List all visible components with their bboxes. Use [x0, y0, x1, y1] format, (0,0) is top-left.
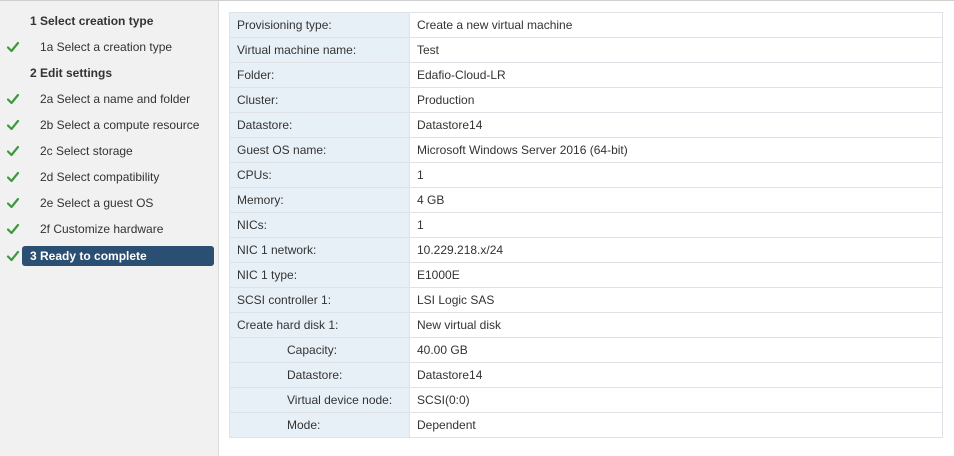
table-row: NIC 1 network: 10.229.218.x/24 — [229, 237, 943, 263]
checkmark-icon — [6, 170, 20, 184]
property-label: Virtual device node: — [229, 387, 410, 413]
property-label: Mode: — [229, 412, 410, 438]
wizard-step-label: 2c Select storage — [40, 144, 133, 158]
table-row: Guest OS name: Microsoft Windows Server 2… — [229, 137, 943, 163]
property-value: LSI Logic SAS — [409, 287, 943, 313]
checkmark-icon — [6, 196, 20, 210]
table-row: CPUs: 1 — [229, 162, 943, 188]
property-value: SCSI(0:0) — [409, 387, 943, 413]
wizard-step-5[interactable]: 2b Select a compute resource — [22, 115, 214, 135]
table-row: Mode: Dependent — [229, 412, 943, 438]
property-label: CPUs: — [229, 162, 410, 188]
table-row: Folder: Edafio-Cloud-LR — [229, 62, 943, 88]
wizard-steps-sidebar: 1 Select creation type 1a Select a creati… — [0, 1, 219, 456]
table-row: Virtual device node: SCSI(0:0) — [229, 387, 943, 413]
property-label: Datastore: — [229, 362, 410, 388]
wizard-step-label: 3 Ready to complete — [30, 249, 147, 263]
property-value: 40.00 GB — [409, 337, 943, 363]
checkmark-icon — [6, 144, 20, 158]
wizard-step-label: 2a Select a name and folder — [40, 92, 191, 106]
table-row: Create hard disk 1: New virtual disk — [229, 312, 943, 338]
wizard-step-label: 1a Select a creation type — [40, 40, 173, 54]
property-value: 1 — [409, 162, 943, 188]
property-value: Dependent — [409, 412, 943, 438]
property-label: Cluster: — [229, 87, 410, 113]
property-label: Capacity: — [229, 337, 410, 363]
checkmark-icon — [6, 92, 20, 106]
property-value: 4 GB — [409, 187, 943, 213]
property-value: Datastore14 — [409, 362, 943, 388]
checkmark-icon — [6, 118, 20, 132]
wizard-step-10[interactable]: 3 Ready to complete — [22, 246, 214, 266]
property-value: Create a new virtual machine — [409, 12, 943, 38]
table-row: Datastore: Datastore14 — [229, 112, 943, 138]
wizard-step-label: 2d Select compatibility — [40, 170, 160, 184]
property-value: 10.229.218.x/24 — [409, 237, 943, 263]
table-row: NIC 1 type: E1000E — [229, 262, 943, 288]
wizard-step-3[interactable]: 2 Edit settings — [22, 63, 214, 83]
wizard-step-7[interactable]: 2d Select compatibility — [22, 167, 214, 187]
table-row: SCSI controller 1: LSI Logic SAS — [229, 287, 943, 313]
wizard-step-label: 2f Customize hardware — [40, 222, 164, 236]
wizard-step-2[interactable]: 1a Select a creation type — [22, 37, 214, 57]
summary-table: Provisioning type: Create a new virtual m… — [229, 12, 943, 438]
property-label: NIC 1 network: — [229, 237, 410, 263]
property-label: Memory: — [229, 187, 410, 213]
table-row: Memory: 4 GB — [229, 187, 943, 213]
wizard-step-label: 2e Select a guest OS — [40, 196, 154, 210]
wizard-step-label: 2 Edit settings — [30, 66, 113, 80]
property-label: Datastore: — [229, 112, 410, 138]
wizard-step-1[interactable]: 1 Select creation type — [22, 11, 214, 31]
checkmark-icon — [6, 249, 20, 263]
property-value: Datastore14 — [409, 112, 943, 138]
property-value: Edafio-Cloud-LR — [409, 62, 943, 88]
table-row: NICs: 1 — [229, 212, 943, 238]
property-value: 1 — [409, 212, 943, 238]
property-value: Production — [409, 87, 943, 113]
property-label: Provisioning type: — [229, 12, 410, 38]
wizard-step-6[interactable]: 2c Select storage — [22, 141, 214, 161]
property-value: E1000E — [409, 262, 943, 288]
table-row: Capacity: 40.00 GB — [229, 337, 943, 363]
property-label: Virtual machine name: — [229, 37, 410, 63]
checkmark-icon — [6, 222, 20, 236]
wizard-step-label: 2b Select a compute resource — [40, 118, 200, 132]
property-label: Folder: — [229, 62, 410, 88]
checkmark-icon — [6, 40, 20, 54]
property-label: SCSI controller 1: — [229, 287, 410, 313]
table-row: Virtual machine name: Test — [229, 37, 943, 63]
table-row: Cluster: Production — [229, 87, 943, 113]
wizard-step-8[interactable]: 2e Select a guest OS — [22, 193, 214, 213]
wizard-step-label: 1 Select creation type — [30, 14, 154, 28]
property-label: Guest OS name: — [229, 137, 410, 163]
table-row: Datastore: Datastore14 — [229, 362, 943, 388]
property-label: NICs: — [229, 212, 410, 238]
table-row: Provisioning type: Create a new virtual m… — [229, 12, 943, 38]
wizard-step-4[interactable]: 2a Select a name and folder — [22, 89, 214, 109]
wizard-step-9[interactable]: 2f Customize hardware — [22, 219, 214, 239]
property-label: Create hard disk 1: — [229, 312, 410, 338]
property-value: Test — [409, 37, 943, 63]
property-value: New virtual disk — [409, 312, 943, 338]
property-label: NIC 1 type: — [229, 262, 410, 288]
property-value: Microsoft Windows Server 2016 (64-bit) — [409, 137, 943, 163]
